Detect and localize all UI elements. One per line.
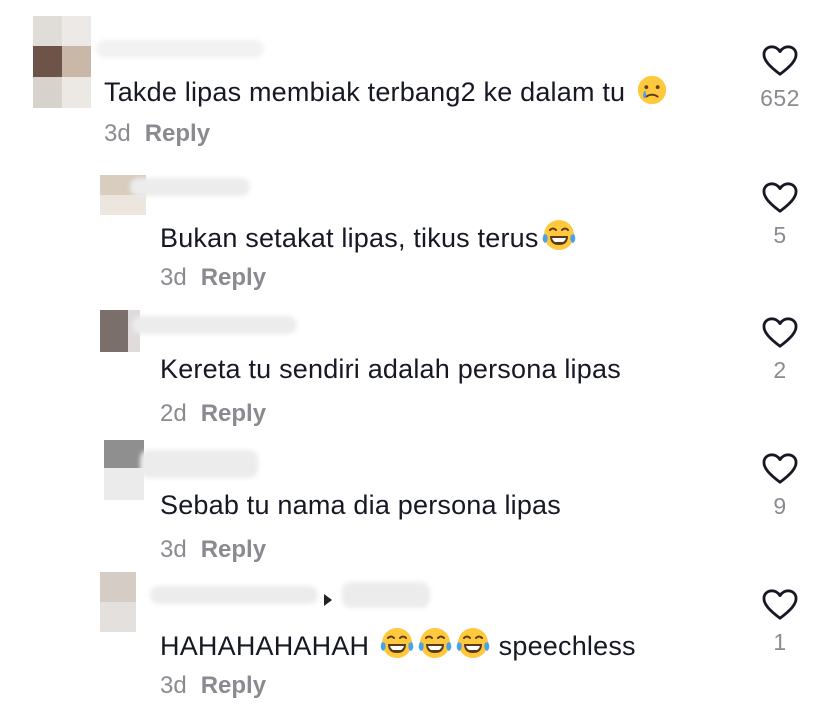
tears-of-joy-emoji-icon — [417, 625, 453, 661]
reply-item: HAHAHAHAHAH speechless 3d Reply 1 — [0, 572, 827, 714]
reply-item: Kereta tu sendiri adalah persona lipas 2… — [0, 300, 827, 436]
reply-button[interactable]: Reply — [201, 264, 266, 291]
username-blurred[interactable] — [130, 178, 250, 196]
timestamp: 3d — [104, 120, 131, 147]
like-button[interactable]: 5 — [750, 181, 810, 249]
comment-meta: 3d Reply — [160, 536, 266, 564]
comments-screen: { "comments": [ { "text": "Takde lipas m… — [0, 0, 827, 714]
replied-to-username-blurred[interactable] — [342, 582, 430, 608]
like-count: 9 — [773, 493, 787, 519]
heart-outline-icon[interactable] — [761, 44, 799, 78]
heart-outline-icon[interactable] — [761, 181, 799, 215]
timestamp: 2d — [160, 400, 187, 427]
comment-text: HAHAHAHAHAH speechless — [160, 625, 636, 663]
heart-outline-icon[interactable] — [761, 316, 799, 350]
username-blurred[interactable] — [96, 40, 264, 58]
timestamp: 3d — [160, 536, 187, 563]
comment-text: Takde lipas membiak terbang2 ke dalam tu — [104, 73, 669, 109]
username-blurred[interactable] — [140, 450, 258, 478]
like-count: 1 — [773, 629, 787, 655]
avatar[interactable] — [33, 16, 91, 108]
comment-meta: 2d Reply — [160, 400, 266, 428]
avatar[interactable] — [104, 440, 144, 500]
tears-of-joy-emoji-icon — [379, 625, 415, 661]
comment-text: Sebab tu nama dia persona lipas — [160, 490, 561, 520]
reply-button[interactable]: Reply — [145, 120, 210, 147]
comment-item: Takde lipas membiak terbang2 ke dalam tu… — [0, 0, 827, 160]
avatar[interactable] — [100, 572, 136, 632]
heart-outline-icon[interactable] — [761, 452, 799, 486]
comment-meta: 3d Reply — [104, 120, 210, 148]
like-count: 2 — [773, 357, 787, 383]
like-count: 5 — [773, 222, 787, 248]
username-blurred[interactable] — [132, 316, 297, 334]
tears-of-joy-emoji-icon — [541, 217, 577, 253]
comment-text: Kereta tu sendiri adalah persona lipas — [160, 354, 621, 384]
like-button[interactable]: 652 — [750, 44, 810, 112]
comment-text: Bukan setakat lipas, tikus terus — [160, 217, 577, 255]
comment-meta: 3d Reply — [160, 672, 266, 700]
reply-button[interactable]: Reply — [201, 400, 266, 427]
tears-of-joy-emoji-icon — [455, 625, 491, 661]
like-button[interactable]: 1 — [750, 588, 810, 656]
like-count: 652 — [760, 85, 800, 111]
like-button[interactable]: 2 — [750, 316, 810, 384]
reply-button[interactable]: Reply — [201, 536, 266, 563]
reply-item: Bukan setakat lipas, tikus terus 3d Reply… — [0, 160, 827, 300]
comment-meta: 3d Reply — [160, 264, 266, 292]
heart-outline-icon[interactable] — [761, 588, 799, 622]
timestamp: 3d — [160, 264, 187, 291]
reply-item: Sebab tu nama dia persona lipas 3d Reply … — [0, 436, 827, 572]
username-blurred[interactable] — [150, 586, 318, 604]
timestamp: 3d — [160, 672, 187, 699]
reply-arrow-icon — [324, 594, 332, 606]
reply-button[interactable]: Reply — [201, 672, 266, 699]
like-button[interactable]: 9 — [750, 452, 810, 520]
crying-face-emoji-icon — [635, 73, 669, 107]
